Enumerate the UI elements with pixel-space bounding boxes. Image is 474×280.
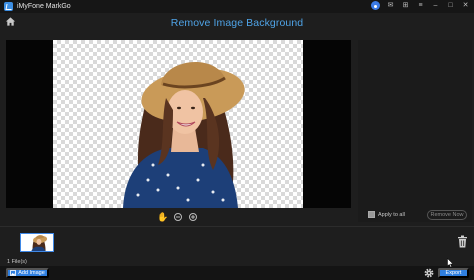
file-thumbnail[interactable] <box>20 233 54 252</box>
add-image-label: Add Image <box>18 270 45 276</box>
window-controls: ✉ ⊞ ≡ – □ ✕ <box>371 1 470 10</box>
minimize-icon[interactable]: – <box>431 1 440 10</box>
export-button[interactable]: Export <box>438 268 469 278</box>
zoom-in-icon[interactable] <box>188 212 198 222</box>
maximize-icon[interactable]: □ <box>446 1 455 10</box>
title-bar: iMyFone MarkGo ✉ ⊞ ≡ – □ ✕ <box>0 0 474 13</box>
zoom-out-icon[interactable] <box>173 212 183 222</box>
app-title: iMyFone MarkGo <box>17 3 71 10</box>
apply-to-all-label: Apply to all <box>378 211 405 218</box>
trash-icon[interactable] <box>457 235 468 248</box>
menu-icon[interactable]: ≡ <box>416 1 425 10</box>
hand-pan-icon[interactable]: ✋ <box>157 212 168 222</box>
subject-photo <box>123 61 245 208</box>
file-count: 1 File(s) <box>7 259 27 265</box>
thumbnail-photo <box>21 234 53 251</box>
remove-now-button[interactable]: Remove Now <box>427 210 467 220</box>
gift-icon[interactable]: ⊞ <box>401 1 410 10</box>
image-canvas[interactable] <box>53 40 303 208</box>
gear-icon[interactable] <box>424 268 434 278</box>
settings-panel <box>358 40 472 222</box>
close-icon[interactable]: ✕ <box>461 1 470 10</box>
mouse-cursor-icon <box>447 258 454 268</box>
add-image-button[interactable]: Add Image <box>6 268 49 278</box>
preview-panel <box>6 40 351 208</box>
app-logo-icon <box>4 2 13 11</box>
zoom-tools: ✋ <box>157 212 198 222</box>
mail-icon[interactable]: ✉ <box>386 1 395 10</box>
divider <box>0 226 474 227</box>
add-image-icon <box>10 270 17 276</box>
bottom-bar <box>0 266 474 280</box>
apply-to-all-checkbox[interactable] <box>368 211 375 218</box>
apply-to-all-row: Apply to all <box>368 211 405 218</box>
page-title: Remove Image Background <box>170 17 304 29</box>
page-header: Remove Image Background <box>0 13 474 35</box>
user-icon[interactable] <box>371 1 380 10</box>
